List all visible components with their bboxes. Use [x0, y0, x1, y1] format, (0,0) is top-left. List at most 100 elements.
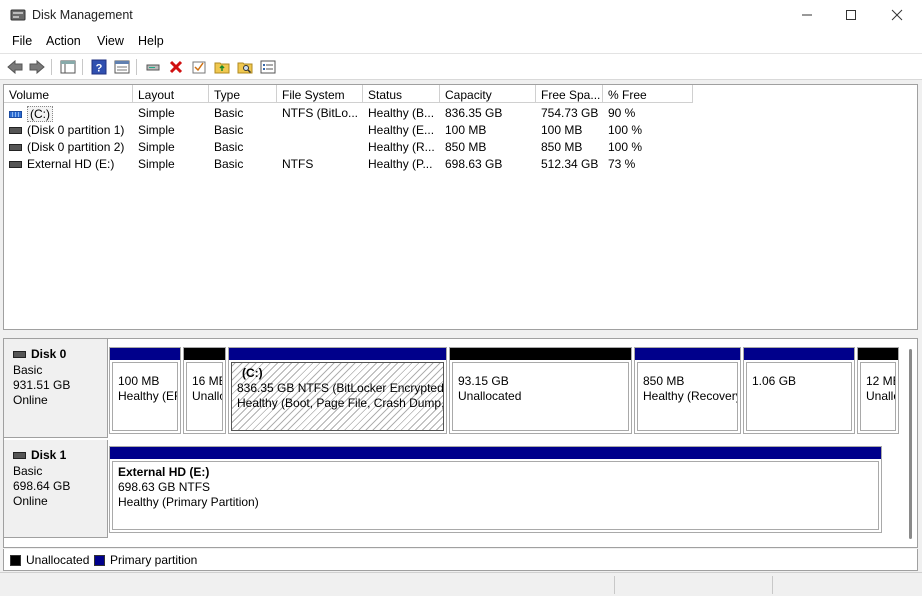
table-row[interactable]: (Disk 0 partition 2) Simple Basic Healthy (…	[4, 138, 917, 155]
forward-icon	[29, 60, 45, 74]
folder-up-icon	[214, 62, 230, 74]
disk-management-icon	[10, 9, 26, 21]
console-tree-button[interactable]	[58, 57, 78, 77]
status-separator	[772, 576, 773, 594]
legend-swatch	[10, 554, 21, 566]
partition-body: 100 MBHealthy (EFI System Partition)	[112, 362, 178, 431]
partition-status: Unallocated	[458, 389, 522, 403]
cell-capacity: 836.35 GB	[445, 106, 503, 120]
volume-list: Volume Layout Type File System Status Ca…	[3, 84, 918, 330]
minimize-button[interactable]	[784, 0, 830, 30]
column-header-free-space[interactable]: Free Spa...	[536, 85, 603, 103]
table-row[interactable]: External HD (E:) Simple Basic NTFS Healthy (…	[4, 155, 917, 172]
table-row[interactable]: (Disk 0 partition 1) Simple Basic Healthy (…	[4, 121, 917, 138]
partition-block[interactable]: External HD (E:) 698.63 GB NTFS Healthy (P…	[109, 446, 882, 533]
partition-type-bar	[229, 348, 446, 360]
cell-percent-free: 100 %	[608, 140, 643, 154]
cell-type: Basic	[214, 157, 244, 171]
cell-status: Healthy (B...	[368, 106, 435, 120]
disk-map-scrollbar[interactable]	[906, 349, 916, 539]
column-header-volume[interactable]: Volume	[4, 85, 133, 103]
column-header-capacity[interactable]: Capacity	[440, 85, 536, 103]
help-icon: ?	[91, 59, 107, 75]
minimize-icon	[802, 14, 812, 16]
partition-block[interactable]: (C:) 836.35 GB NTFS (BitLocker Encrypted)…	[228, 347, 447, 434]
column-header-type[interactable]: Type	[209, 85, 277, 103]
partition-block[interactable]: 1.06 GB	[743, 347, 855, 434]
search-button[interactable]	[235, 57, 255, 77]
folder-up-button[interactable]	[212, 57, 232, 77]
table-row[interactable]: (C:) Simple Basic NTFS (BitLo... Healthy (B.…	[4, 104, 917, 122]
partition-block[interactable]: 100 MBHealthy (EFI System Partition)	[109, 347, 181, 434]
cell-file-system: NTFS (BitLo...	[282, 106, 359, 120]
legend-item-unallocated: Unallocated	[10, 553, 89, 567]
cell-capacity: 698.63 GB	[445, 157, 503, 171]
forward-button[interactable]	[27, 57, 47, 77]
partition-block[interactable]: 93.15 GB Unallocated	[449, 347, 632, 434]
column-header-file-system[interactable]: File System	[277, 85, 363, 103]
menu-view[interactable]: View	[97, 34, 124, 48]
check-button[interactable]	[189, 57, 209, 77]
partition-block[interactable]: 16 MBUnallocated	[183, 347, 226, 434]
back-button[interactable]	[5, 57, 25, 77]
column-header-status[interactable]: Status	[363, 85, 440, 103]
cell-volume: (C:)	[9, 106, 133, 122]
disk-1-info[interactable]: Disk 1 Basic 698.64 GB Online	[4, 440, 108, 538]
disk-icon	[13, 351, 26, 358]
search-icon	[237, 62, 253, 74]
close-button[interactable]	[874, 0, 920, 30]
partition-body: External HD (E:) 698.63 GB NTFS Healthy (P…	[112, 461, 879, 530]
legend-label: Primary partition	[110, 553, 198, 567]
cell-capacity: 100 MB	[445, 123, 487, 137]
disk-1-type: Basic	[13, 464, 43, 478]
partition-status: Unallocated	[866, 389, 895, 403]
partition-block[interactable]: 850 MBHealthy (Recovery Partition)	[634, 347, 741, 434]
delete-icon	[169, 60, 183, 74]
volume-icon	[9, 160, 22, 168]
pane-splitter[interactable]	[0, 330, 922, 338]
partition-type-bar	[858, 348, 898, 360]
maximize-button[interactable]	[828, 0, 874, 30]
properties-button[interactable]	[112, 57, 132, 77]
column-header-percent-free[interactable]: % Free	[603, 85, 693, 103]
maximize-icon	[846, 10, 856, 20]
delete-button[interactable]	[166, 57, 186, 77]
volume-icon	[9, 126, 22, 134]
disk-0-state: Online	[13, 393, 48, 407]
cell-free-space: 850 MB	[541, 140, 583, 154]
back-icon	[7, 60, 23, 74]
partition-size: 836.35 GB NTFS (BitLocker Encrypted)	[237, 381, 444, 395]
cell-status: Healthy (P...	[368, 157, 433, 171]
partition-status: Healthy (Primary Partition)	[118, 495, 259, 509]
cell-free-space: 100 MB	[541, 123, 583, 137]
menu-bar: File Action View Help	[0, 30, 922, 54]
partition-body: 16 MBUnallocated	[186, 362, 223, 431]
disk-0-info[interactable]: Disk 0 Basic 931.51 GB Online	[4, 339, 108, 438]
column-header-layout[interactable]: Layout	[133, 85, 209, 103]
check-icon	[192, 61, 206, 74]
disk-0-name: Disk 0	[31, 347, 67, 361]
legend-swatch	[94, 554, 105, 566]
partition-type-bar	[635, 348, 740, 360]
list-button[interactable]	[258, 57, 278, 77]
partition-body: 850 MBHealthy (Recovery Partition)	[637, 362, 738, 431]
menu-help[interactable]: Help	[138, 34, 164, 48]
scrollbar-thumb[interactable]	[909, 349, 912, 539]
menu-action[interactable]: Action	[46, 34, 81, 48]
toolbar: ?	[0, 54, 922, 80]
cell-percent-free: 90 %	[608, 106, 636, 120]
connect-button[interactable]	[143, 57, 163, 77]
svg-text:?: ?	[96, 63, 103, 75]
connect-icon	[146, 64, 160, 71]
cell-capacity: 850 MB	[445, 140, 487, 154]
menu-file[interactable]: File	[12, 34, 32, 48]
cell-volume: (Disk 0 partition 2)	[9, 140, 133, 154]
partition-body: (C:) 836.35 GB NTFS (BitLocker Encrypted)…	[231, 362, 444, 431]
partition-size: 1.06 GB	[752, 374, 797, 388]
partition-body: 93.15 GB Unallocated	[452, 362, 629, 431]
help-button[interactable]: ?	[89, 57, 109, 77]
status-bar	[0, 572, 922, 596]
partition-block[interactable]: 12 MBUnallocated	[857, 347, 899, 434]
disk-icon	[13, 452, 26, 459]
volume-icon	[9, 143, 22, 151]
